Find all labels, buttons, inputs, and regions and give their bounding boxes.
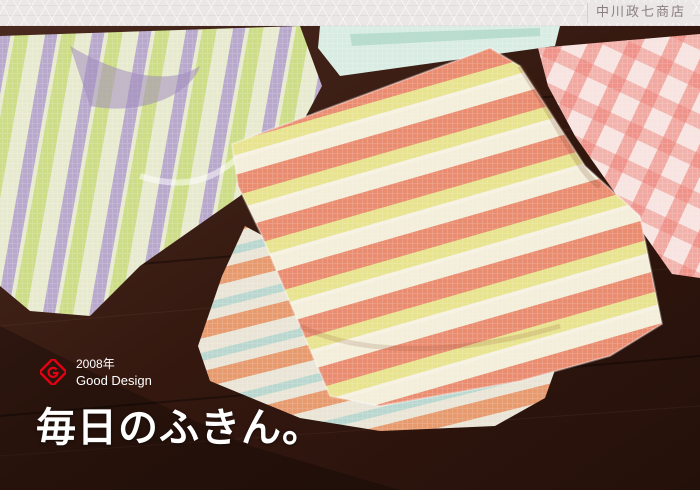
hero-headline: 毎日のふきん。	[36, 405, 323, 451]
award-year: 2008年	[76, 357, 115, 371]
top-pattern-bar: 中川政七商店	[0, 0, 700, 26]
good-design-g-mark-icon	[40, 359, 66, 385]
award-name: Good Design	[76, 373, 152, 388]
brand-logo[interactable]: 中川政七商店	[586, 3, 692, 23]
banner: 中川政七商店 2008年 Good Design 毎日のふきん。	[0, 0, 700, 490]
